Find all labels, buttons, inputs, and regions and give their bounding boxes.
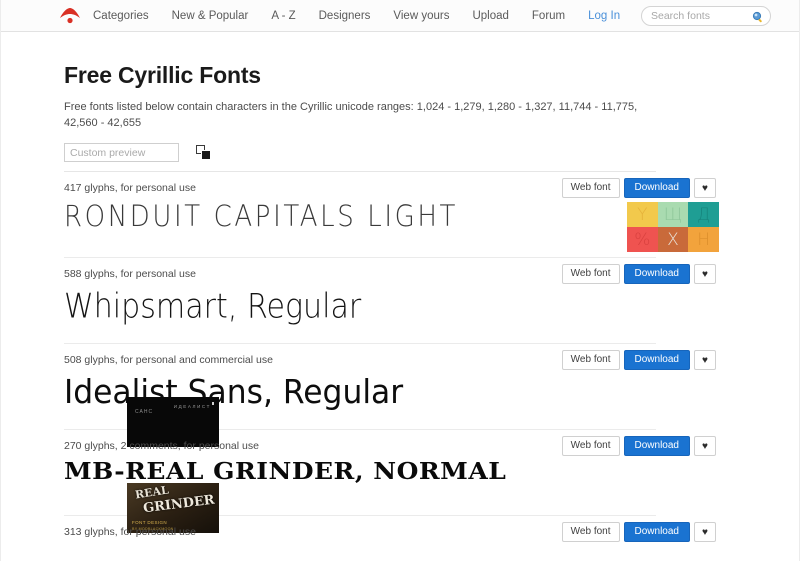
download-button[interactable]: Download (624, 264, 690, 284)
web-font-button[interactable]: Web font (562, 178, 620, 198)
font-list-item: 313 glyphs, for personal use Web font Do… (64, 516, 656, 561)
font-list-item: 588 glyphs, for personal use Web font Do… (64, 258, 656, 344)
font-actions: Web font Download ♥ (562, 350, 716, 370)
download-button[interactable]: Download (624, 436, 690, 456)
thumbnail-dot (212, 402, 215, 405)
thumbnail-tile: Y (627, 202, 658, 227)
page-description: Free fonts listed below contain characte… (64, 99, 649, 131)
favorite-heart-icon[interactable]: ♥ (694, 522, 716, 542)
search-box (641, 6, 771, 26)
favorite-heart-icon[interactable]: ♥ (694, 264, 716, 284)
font-actions: Web font Download ♥ (562, 436, 716, 456)
web-font-button[interactable]: Web font (562, 350, 620, 370)
nav-item-a-z[interactable]: A - Z (271, 0, 295, 32)
thumbnail-tile: Х (658, 227, 689, 252)
thumbnail-tile-grid: Y Щ Д % Х Н (627, 202, 719, 252)
download-button[interactable]: Download (624, 522, 690, 542)
font-list-item: 417 glyphs, for personal use Web font Do… (64, 172, 656, 258)
font-preview-text: Idealist Sans, Regular (64, 372, 403, 411)
thumbnail-heading: ИДЕАЛИСТ (174, 404, 211, 409)
nav-item-upload[interactable]: Upload (472, 0, 508, 32)
nav-item-forum[interactable]: Forum (532, 0, 565, 32)
toggle-square-filled (201, 150, 211, 160)
browser-page: Categories New & Popular A - Z Designers… (0, 0, 800, 561)
font-size-toggle-icon[interactable] (196, 145, 212, 161)
thumbnail-tile: Д (688, 202, 719, 227)
font-actions: Web font Download ♥ (562, 178, 716, 198)
font-preview-text: Whipsmart, Regular (64, 286, 361, 326)
web-font-button[interactable]: Web font (562, 436, 620, 456)
thumbnail-tile: Щ (658, 202, 689, 227)
custom-preview-input[interactable] (64, 143, 179, 162)
favorite-heart-icon[interactable]: ♥ (694, 178, 716, 198)
font-preview-text: MB-REAL GRINDER, NORMAL (64, 458, 506, 485)
favorite-heart-icon[interactable]: ♥ (694, 436, 716, 456)
web-font-button[interactable]: Web font (562, 522, 620, 542)
search-icon[interactable] (752, 10, 764, 22)
font-list-item: 270 glyphs, 2 comments, for personal use… (64, 430, 656, 516)
web-font-button[interactable]: Web font (562, 264, 620, 284)
main-content: Free Cyrillic Fonts Free fonts listed be… (1, 32, 799, 561)
font-actions: Web font Download ♥ (562, 522, 716, 542)
font-actions: Web font Download ♥ (562, 264, 716, 284)
fontsquirrel-logo-icon[interactable] (59, 7, 81, 25)
nav-item-categories[interactable]: Categories (93, 0, 149, 32)
thumbnail-tile: Н (688, 227, 719, 252)
download-button[interactable]: Download (624, 178, 690, 198)
page-title: Free Cyrillic Fonts (64, 32, 799, 89)
download-button[interactable]: Download (624, 350, 690, 370)
font-preview-text: RONDUIT CAPITALS LIGHT (64, 200, 458, 234)
site-header: Categories New & Popular A - Z Designers… (1, 0, 799, 32)
font-list-item: 508 glyphs, for personal and commercial … (64, 344, 656, 430)
custom-preview-bar (64, 143, 656, 172)
favorite-heart-icon[interactable]: ♥ (694, 350, 716, 370)
main-nav: Categories New & Popular A - Z Designers… (93, 0, 620, 32)
thumbnail-tile: % (627, 227, 658, 252)
nav-item-new-and-popular[interactable]: New & Popular (172, 0, 249, 32)
font-thumbnail[interactable]: Y Щ Д % Х Н (627, 202, 719, 252)
nav-item-view-yours[interactable]: View yours (393, 0, 449, 32)
nav-item-designers[interactable]: Designers (319, 0, 371, 32)
nav-item-log-in[interactable]: Log In (588, 0, 620, 32)
thumbnail-subheading: САНС (135, 409, 153, 415)
